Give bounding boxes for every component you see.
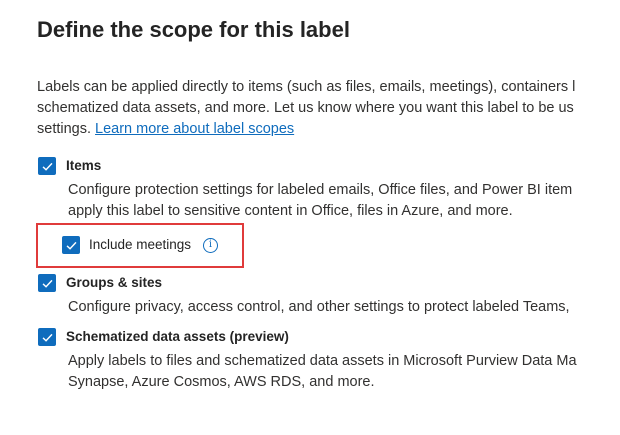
intro-text: Labels can be applied directly to items … — [37, 77, 620, 140]
include-meetings-checkbox[interactable] — [62, 236, 80, 254]
groups-sites-description: Configure privacy, access control, and o… — [68, 297, 620, 318]
items-description: Configure protection settings for labele… — [68, 180, 620, 222]
items-desc-line-1: Configure protection settings for labele… — [68, 182, 573, 198]
intro-line-2: schematized data assets, and more. Let u… — [37, 100, 574, 116]
items-label: Items — [66, 158, 102, 173]
intro-line-1: Labels can be applied directly to items … — [37, 79, 576, 95]
schematized-checkbox[interactable] — [38, 328, 56, 346]
groups-sites-checkbox[interactable] — [38, 274, 56, 292]
checkmark-icon — [42, 333, 53, 342]
checkmark-icon — [42, 279, 53, 288]
intro-line-3: settings. Learn more about label scopes — [37, 119, 620, 140]
checkmark-icon — [42, 162, 53, 171]
intro-line-3-text: settings. — [37, 121, 91, 137]
info-icon[interactable]: i — [203, 238, 218, 253]
schematized-desc-line-2: Synapse, Azure Cosmos, AWS RDS, and more… — [68, 374, 375, 390]
groups-sites-desc-line-1: Configure privacy, access control, and o… — [68, 299, 570, 315]
groups-sites-label: Groups & sites — [66, 275, 163, 290]
page-title: Define the scope for this label — [37, 17, 350, 42]
items-checkbox[interactable] — [38, 157, 56, 175]
schematized-label: Schematized data assets (preview) — [66, 329, 289, 344]
checkmark-icon — [66, 241, 77, 250]
items-desc-line-2: apply this label to sensitive content in… — [68, 203, 513, 219]
include-meetings-label: Include meetings — [89, 237, 192, 252]
learn-more-link[interactable]: Learn more about label scopes — [95, 121, 294, 137]
schematized-desc-line-1: Apply labels to files and schematized da… — [68, 353, 577, 369]
schematized-description: Apply labels to files and schematized da… — [68, 351, 620, 393]
